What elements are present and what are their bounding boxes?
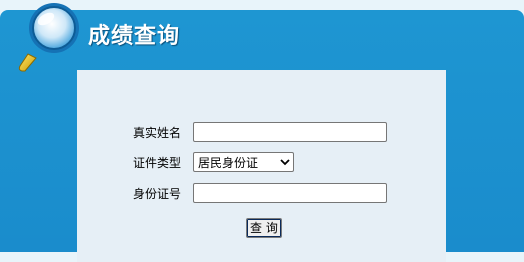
chevron-down-icon — [277, 155, 293, 169]
id-number-label: 身份证号 — [132, 187, 181, 201]
id-type-label: 证件类型 — [132, 156, 181, 170]
id-number-input[interactable] — [193, 183, 387, 203]
id-type-value: 居民身份证 — [198, 155, 259, 170]
id-type-select[interactable]: 居民身份证 — [193, 152, 294, 172]
name-input[interactable] — [193, 122, 387, 142]
name-label: 真实姓名 — [132, 126, 181, 140]
name-row: 真实姓名 — [77, 122, 446, 144]
id-type-row: 证件类型 居民身份证 — [77, 152, 446, 174]
page-title: 成绩查询 — [88, 24, 181, 49]
magnifier-icon — [18, 3, 79, 72]
query-button[interactable]: 查 询 — [246, 218, 282, 238]
id-number-row: 身份证号 — [77, 183, 446, 205]
form-area: 真实姓名 证件类型 居民身份证 身份证号 查 询 — [77, 70, 446, 262]
